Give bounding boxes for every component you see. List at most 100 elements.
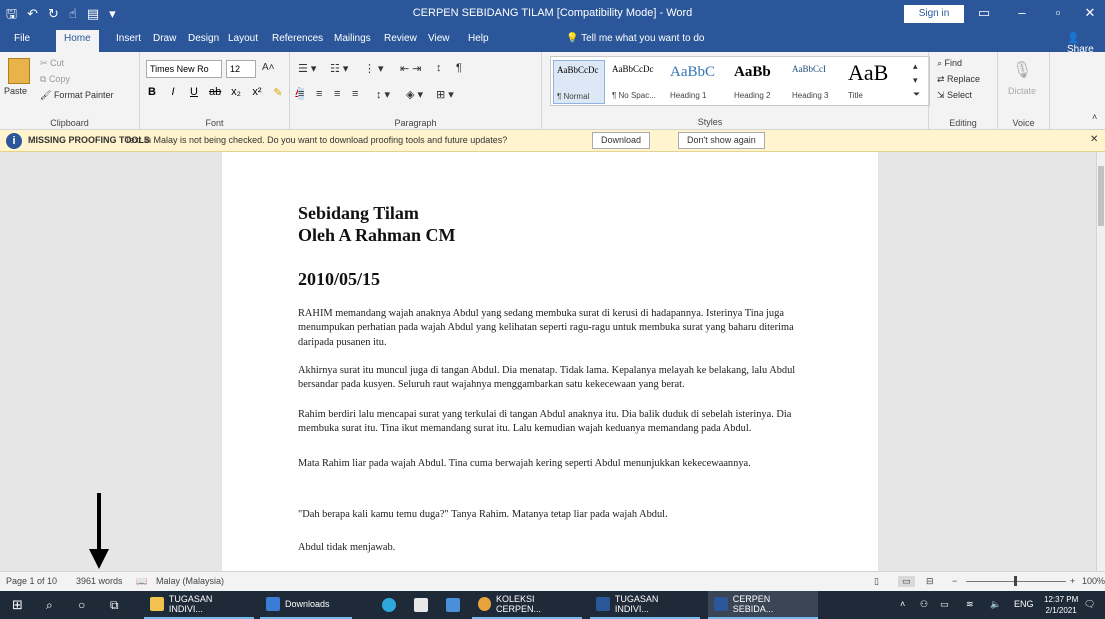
style-title[interactable]: AaB Title bbox=[845, 60, 897, 104]
style-normal[interactable]: AaBbCcDc ¶ Normal bbox=[553, 60, 605, 104]
style-heading-3[interactable]: AaBbCcI Heading 3 bbox=[789, 60, 841, 104]
cortana-button[interactable]: ○ bbox=[72, 591, 91, 619]
tab-help[interactable]: Help bbox=[468, 33, 489, 44]
download-button[interactable]: Download bbox=[592, 132, 651, 149]
format-painter-button[interactable]: 🖌 Format Painter bbox=[40, 90, 113, 101]
tab-file[interactable]: File bbox=[14, 33, 30, 44]
line-spacing-icon[interactable]: ↕ ▾ bbox=[376, 88, 390, 101]
proofing-icon[interactable]: 📖 bbox=[136, 576, 147, 587]
start-button[interactable]: ⊞ bbox=[6, 591, 29, 619]
mail-button[interactable] bbox=[440, 591, 466, 619]
word-count[interactable]: 3961 words bbox=[76, 576, 123, 586]
close-infobar-icon[interactable]: ✕ bbox=[1090, 134, 1098, 145]
show-hidden-icons-icon[interactable]: ˄ bbox=[900, 599, 905, 609]
pilcrow-icon[interactable]: ¶ bbox=[456, 62, 462, 74]
paste-button[interactable]: Paste bbox=[4, 86, 27, 96]
zoom-slider-thumb[interactable] bbox=[1014, 576, 1017, 586]
tab-design[interactable]: Design bbox=[188, 33, 219, 44]
network-icon[interactable]: ⚇ bbox=[920, 599, 928, 610]
styles-scroll-down-icon[interactable]: ▾ bbox=[913, 75, 918, 86]
page-count[interactable]: Page 1 of 10 bbox=[6, 576, 57, 586]
style-heading-2[interactable]: AaBb Heading 2 bbox=[731, 60, 783, 104]
sign-in-button[interactable]: Sign in bbox=[904, 5, 964, 23]
select-button[interactable]: ⇲ Select bbox=[937, 90, 972, 101]
taskbar-app[interactable]: TUGASAN INDIVI... bbox=[144, 591, 254, 619]
dont-show-again-button[interactable]: Don't show again bbox=[678, 132, 765, 149]
font-size-select[interactable]: 12 bbox=[226, 60, 256, 78]
zoom-in-icon[interactable]: + bbox=[1070, 576, 1075, 586]
italic-icon[interactable]: I bbox=[167, 86, 179, 99]
dictate-button[interactable]: Dictate bbox=[1008, 86, 1036, 96]
clipboard-group: Paste ✂ Cut ⧉ Copy 🖌 Format Painter Clip… bbox=[0, 52, 140, 130]
indent-icon[interactable]: ⇤ ⇥ bbox=[400, 62, 422, 75]
zoom-out-icon[interactable]: − bbox=[952, 576, 957, 586]
collapse-ribbon-icon[interactable]: ˄ bbox=[1092, 112, 1097, 122]
document-page[interactable]: Sebidang Tilam Oleh A Rahman CM 2010/05/… bbox=[222, 152, 878, 571]
styles-more-icon[interactable]: ⏷ bbox=[913, 89, 920, 100]
tab-draw[interactable]: Draw bbox=[153, 33, 176, 44]
paste-icon[interactable] bbox=[8, 58, 30, 84]
zoom-level[interactable]: 100% bbox=[1082, 576, 1105, 586]
tab-home[interactable]: Home bbox=[56, 30, 99, 52]
vertical-scrollbar[interactable] bbox=[1096, 152, 1105, 571]
styles-group-label: Styles bbox=[697, 117, 723, 127]
strikethrough-icon[interactable]: ab bbox=[209, 86, 221, 99]
align-left-icon[interactable]: ≡ bbox=[298, 88, 305, 100]
tab-view[interactable]: View bbox=[428, 33, 450, 44]
close-button[interactable]: ✕ bbox=[1080, 5, 1100, 21]
multilevel-list-icon[interactable]: ⋮ ▾ bbox=[364, 62, 384, 75]
bold-icon[interactable]: B bbox=[146, 86, 158, 99]
find-button[interactable]: ⌕ Find bbox=[937, 58, 962, 69]
tab-layout[interactable]: Layout bbox=[228, 33, 258, 44]
web-layout-icon[interactable]: ⊟ bbox=[926, 576, 934, 587]
taskbar-app[interactable]: Downloads bbox=[260, 591, 352, 619]
highlight-icon[interactable]: ✎ bbox=[272, 86, 284, 99]
tell-me-search[interactable]: 💡 Tell me what you want to do bbox=[566, 33, 704, 44]
minimize-button[interactable]: – bbox=[1012, 5, 1032, 20]
cut-button[interactable]: ✂ Cut bbox=[40, 58, 64, 69]
tab-mailings[interactable]: Mailings bbox=[334, 33, 371, 44]
print-layout-icon[interactable]: ▭ bbox=[898, 576, 915, 587]
language-status[interactable]: Malay (Malaysia) bbox=[156, 576, 224, 586]
battery-icon[interactable]: ▭ bbox=[940, 599, 949, 610]
style-heading-1[interactable]: AaBbC Heading 1 bbox=[667, 60, 719, 104]
search-button[interactable]: ⌕ bbox=[40, 591, 59, 619]
clock[interactable]: 12:37 PM 2/1/2021 bbox=[1044, 594, 1078, 616]
volume-icon[interactable]: 🔈 bbox=[990, 599, 1001, 610]
tab-references[interactable]: References bbox=[272, 33, 323, 44]
microphone-icon[interactable]: 🎙 bbox=[1012, 60, 1032, 80]
underline-icon[interactable]: U bbox=[188, 86, 200, 99]
edge-button[interactable] bbox=[376, 591, 402, 619]
lightbulb-icon: 💡 bbox=[566, 33, 582, 44]
numbering-icon[interactable]: ☷ ▾ bbox=[330, 62, 348, 75]
sort-icon[interactable]: ↕ bbox=[436, 62, 442, 74]
wifi-icon[interactable]: ≋ bbox=[966, 599, 974, 610]
subscript-icon[interactable]: x₂ bbox=[230, 86, 242, 99]
grow-font-icon[interactable]: A˄ bbox=[262, 62, 275, 73]
store-button[interactable] bbox=[408, 591, 434, 619]
superscript-icon[interactable]: x² bbox=[251, 86, 263, 99]
borders-icon[interactable]: ⊞ ▾ bbox=[436, 88, 454, 101]
tab-insert[interactable]: Insert bbox=[116, 33, 141, 44]
style-no-spacing[interactable]: AaBbCcDc ¶ No Spac... bbox=[609, 60, 661, 104]
bullets-icon[interactable]: ☰ ▾ bbox=[298, 62, 316, 75]
tab-review[interactable]: Review bbox=[384, 33, 417, 44]
notifications-icon[interactable]: 🗨 bbox=[1084, 599, 1095, 610]
font-family-select[interactable]: Times New Ro bbox=[146, 60, 222, 78]
read-mode-icon[interactable]: ▯ bbox=[874, 576, 879, 587]
scrollbar-thumb[interactable] bbox=[1098, 166, 1104, 226]
taskbar-app[interactable]: KOLEKSI CERPEN... bbox=[472, 591, 582, 619]
taskbar-app[interactable]: CERPEN SEBIDA... bbox=[708, 591, 818, 619]
styles-scroll-up-icon[interactable]: ▴ bbox=[913, 61, 918, 72]
align-right-icon[interactable]: ≡ bbox=[334, 88, 340, 100]
input-language[interactable]: ENG bbox=[1014, 599, 1034, 609]
taskbar-app[interactable]: TUGASAN INDIVI... bbox=[590, 591, 700, 619]
task-view-button[interactable]: ⧉ bbox=[104, 591, 125, 619]
align-center-icon[interactable]: ≡ bbox=[316, 88, 322, 100]
justify-icon[interactable]: ≡ bbox=[352, 88, 358, 100]
ribbon-display-options-icon[interactable]: ▭ bbox=[974, 5, 994, 21]
copy-button[interactable]: ⧉ Copy bbox=[40, 74, 70, 85]
maximize-button[interactable]: ▫ bbox=[1048, 5, 1068, 20]
replace-button[interactable]: ⇄ Replace bbox=[937, 74, 980, 85]
shading-icon[interactable]: ◈ ▾ bbox=[406, 88, 423, 101]
